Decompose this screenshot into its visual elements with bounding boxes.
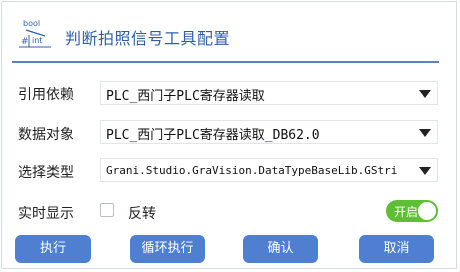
data-object-value: PLC_西门子PLC寄存器读取_DB62.0 [106, 128, 320, 143]
type-select[interactable]: Grani.Studio.GraVision.DataTypeBaseLib.G… [100, 158, 438, 182]
type-label: 选择类型 [18, 165, 74, 181]
svg-text:int: int [32, 36, 42, 45]
svg-text:#: # [21, 37, 29, 47]
cancel-button[interactable]: 取消 [359, 235, 434, 263]
dependency-label: 引用依赖 [18, 87, 74, 103]
type-value: Grani.Studio.GraVision.DataTypeBaseLib.G… [106, 164, 398, 177]
dependency-select[interactable]: PLC_西门子PLC寄存器读取 [100, 81, 438, 105]
data-object-select[interactable]: PLC_西门子PLC寄存器读取_DB62.0 [100, 120, 438, 144]
svg-text:bool: bool [23, 19, 40, 28]
realtime-label: 实时显示 [18, 206, 74, 222]
data-object-label: 数据对象 [18, 127, 74, 143]
execute-button[interactable]: 执行 [15, 235, 91, 263]
toggle-label: 开启 [394, 205, 419, 219]
dialog-header: bool # int 判断拍照信号工具配置 [0, 0, 460, 63]
invert-label: 反转 [128, 206, 156, 222]
bool-int-icon: bool # int [19, 19, 51, 48]
chevron-down-icon[interactable] [419, 90, 431, 98]
confirm-button[interactable]: 确认 [243, 235, 318, 263]
loop-execute-button[interactable]: 循环执行 [130, 235, 205, 263]
toggle-knob [418, 202, 436, 220]
dependency-value: PLC_西门子PLC寄存器读取 [106, 89, 265, 104]
dialog-title: 判断拍照信号工具配置 [65, 29, 231, 48]
header-divider [12, 61, 439, 63]
realtime-toggle[interactable]: 开启 [386, 200, 438, 222]
chevron-down-icon[interactable] [419, 129, 431, 137]
invert-checkbox[interactable] [100, 203, 114, 217]
chevron-down-icon[interactable] [419, 167, 431, 175]
